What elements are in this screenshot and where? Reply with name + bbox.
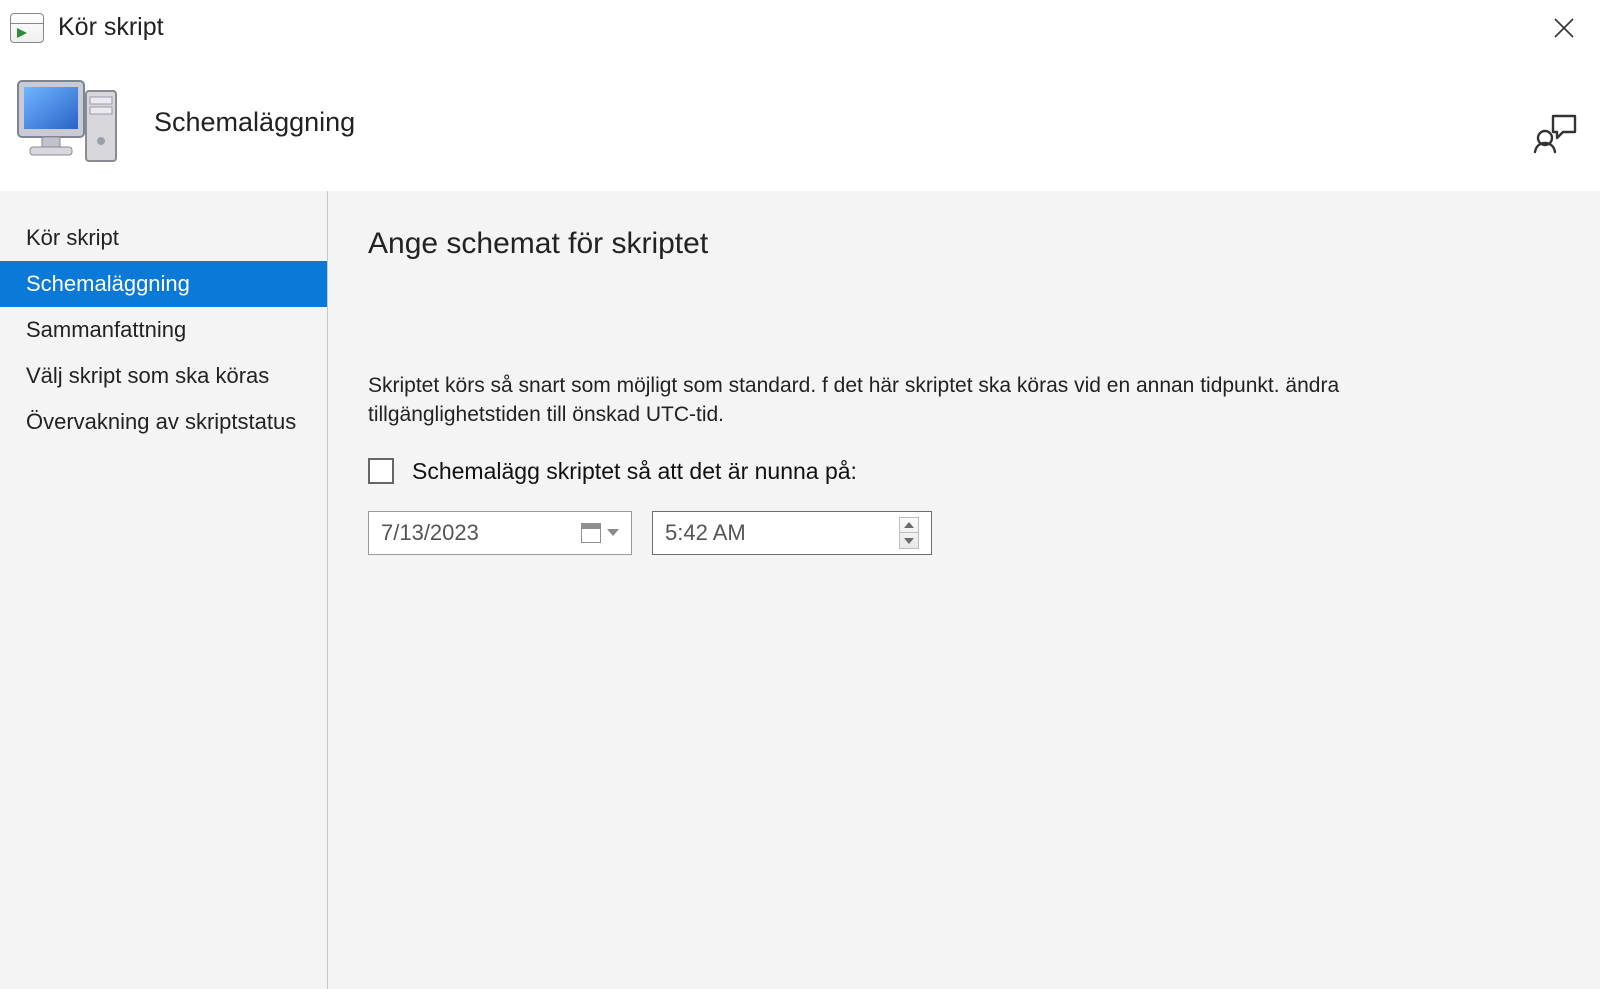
close-button[interactable] [1546,10,1582,46]
nav-item-summary[interactable]: Sammanfattning [0,307,327,353]
nav-item-label: Schemaläggning [26,271,190,297]
content-pane: Ange schemat för skriptet Skriptet körs … [328,191,1600,989]
chevron-down-icon [904,538,914,544]
window-app-icon [10,13,44,43]
wizard-header: Schemaläggning [0,55,1600,190]
nav-item-label: Kör skript [26,225,119,251]
schedule-time-picker[interactable]: 5:42 AM [652,511,932,555]
spinner-up-button[interactable] [900,518,918,534]
content-description: Skriptet körs så snart som möjligt som s… [368,371,1418,430]
computer-icon [12,73,124,173]
titlebar: Kör skript [0,0,1600,55]
nav-item-run-script[interactable]: Kör skript [0,215,327,261]
wizard-nav: Kör skript Schemaläggning Sammanfattning… [0,191,328,989]
content-heading: Ange schemat för skriptet [368,227,1560,261]
nav-item-label: Övervakning av skriptstatus [26,409,296,435]
calendar-icon [581,523,601,543]
schedule-date-picker[interactable]: 7/13/2023 [368,511,632,555]
wizard-page-title: Schemaläggning [154,107,355,138]
feedback-icon[interactable] [1528,105,1582,159]
time-spinner[interactable] [899,517,919,549]
schedule-date-value: 7/13/2023 [381,520,581,546]
chevron-down-icon [607,529,619,536]
schedule-time-value: 5:42 AM [665,520,899,546]
schedule-checkbox[interactable] [368,458,394,484]
nav-item-select-script[interactable]: Välj skript som ska köras [0,353,327,399]
window-title: Kör skript [58,13,164,42]
nav-item-monitor-status[interactable]: Övervakning av skriptstatus [0,399,327,445]
nav-item-label: Sammanfattning [26,317,186,343]
spinner-down-button[interactable] [900,533,918,548]
chevron-up-icon [904,522,914,528]
nav-item-label: Välj skript som ska köras [26,363,269,389]
date-picker-button[interactable] [581,523,619,543]
schedule-checkbox-label: Schemalägg skriptet så att det är nunna … [412,458,857,485]
nav-item-scheduling[interactable]: Schemaläggning [0,261,327,307]
